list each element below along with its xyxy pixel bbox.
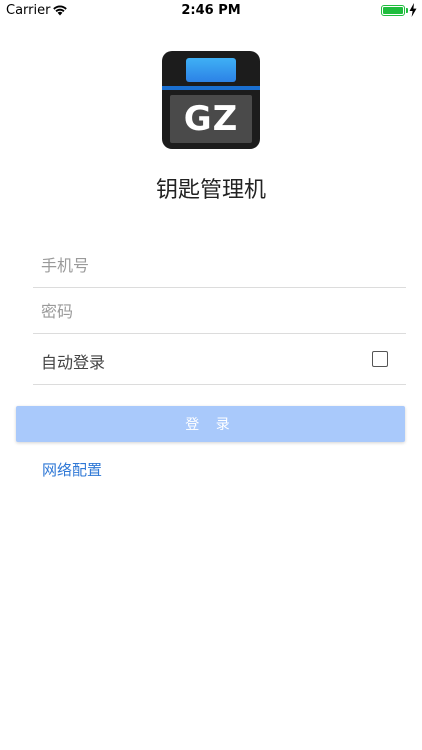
phone-input[interactable] [41, 256, 381, 275]
logo-text: GZ [183, 99, 239, 139]
auto-login-row[interactable]: 自动登录 [33, 333, 406, 385]
charging-bolt-icon [409, 3, 417, 17]
logo-stripe [162, 86, 260, 90]
status-bar: Carrier 2:46 PM [0, 0, 422, 22]
password-field[interactable] [33, 287, 406, 334]
auto-login-label: 自动登录 [41, 353, 106, 372]
login-button[interactable]: 登 录 [16, 406, 405, 442]
app-logo: GZ [162, 51, 260, 149]
status-time: 2:46 PM [181, 3, 241, 18]
auto-login-checkbox[interactable] [372, 351, 388, 367]
phone-field[interactable] [33, 244, 406, 288]
battery-cap [406, 8, 408, 13]
network-config-link[interactable]: 网络配置 [42, 459, 102, 480]
battery-icon [381, 5, 405, 16]
password-input[interactable] [41, 302, 381, 321]
logo-screen [186, 58, 236, 82]
app-title: 钥匙管理机 [155, 178, 266, 203]
